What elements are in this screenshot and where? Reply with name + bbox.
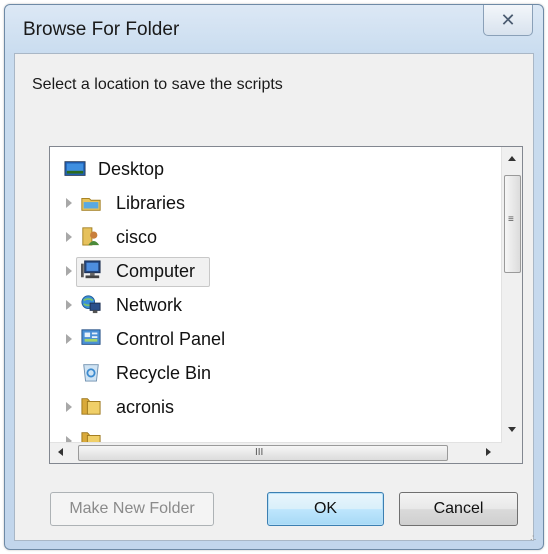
tree-item-label: Network (116, 294, 183, 315)
tree-item-label: cisco (116, 226, 158, 247)
tree-item-label: Recycle Bin (116, 362, 212, 383)
recycle-bin-icon (83, 364, 99, 382)
scroll-left-arrow-icon[interactable] (58, 448, 63, 456)
expand-arrow-icon[interactable] (66, 198, 72, 208)
tree-item-label: Computer (116, 260, 196, 281)
thumb-grip-icon: ≡ (508, 214, 514, 225)
network-icon (81, 295, 101, 314)
control-panel-icon (81, 329, 101, 345)
tree-item-libraries[interactable]: Libraries (50, 187, 490, 219)
tree-item-label: acronis (116, 396, 175, 417)
make-new-folder-button[interactable]: Make New Folder (50, 492, 214, 526)
tree-item-label: Desktop (98, 158, 165, 179)
expand-arrow-icon[interactable] (66, 334, 72, 344)
expand-arrow-icon[interactable] (66, 402, 72, 412)
ok-button[interactable]: OK (267, 492, 384, 526)
resize-grip-icon[interactable]: ∴ (530, 534, 536, 543)
prompt-text: Select a location to save the scripts (32, 76, 283, 93)
tree-item-desktop[interactable]: Desktop (50, 153, 490, 185)
scroll-down-arrow-icon[interactable] (508, 427, 516, 432)
tree-item-computer[interactable]: Computer (50, 255, 490, 287)
dialog-title: Browse For Folder (23, 19, 180, 40)
scroll-right-arrow-icon[interactable] (486, 448, 491, 456)
vertical-scrollbar[interactable]: ≡ (501, 147, 522, 443)
tree-item-acronis[interactable]: acronis (50, 391, 490, 423)
cancel-button[interactable]: Cancel (399, 492, 518, 526)
thumb-grip-icon: III (255, 447, 264, 458)
scrollbar-corner (502, 443, 522, 463)
libraries-icon (81, 197, 101, 211)
expand-arrow-icon[interactable] (66, 232, 72, 242)
tree-item-cisco[interactable]: cisco (50, 221, 490, 253)
desktop-icon (64, 161, 86, 176)
computer-icon (81, 260, 101, 279)
folder-tree[interactable]: Desktop Libraries cisco Computer Network… (49, 146, 523, 464)
title-bar[interactable]: Browse For Folder ✕ (5, 5, 543, 53)
folder-icon (81, 398, 101, 415)
expand-arrow-icon[interactable] (66, 300, 72, 310)
user-folder-icon (82, 227, 100, 246)
tree-item-control-panel[interactable]: Control Panel (50, 323, 490, 355)
scroll-up-arrow-icon[interactable] (508, 156, 516, 161)
tree-item-recycle-bin[interactable]: Recycle Bin (50, 357, 490, 389)
horizontal-scrollbar[interactable]: III (50, 442, 502, 463)
tree-item-label: Control Panel (116, 328, 226, 349)
horizontal-scroll-thumb[interactable]: III (78, 445, 448, 461)
close-button[interactable]: ✕ (483, 5, 533, 36)
expand-arrow-icon[interactable] (66, 266, 72, 276)
tree-item-label: Libraries (116, 192, 186, 213)
tree-item-network[interactable]: Network (50, 289, 490, 321)
vertical-scroll-thumb[interactable]: ≡ (504, 175, 521, 273)
close-icon: ✕ (500, 9, 516, 30)
